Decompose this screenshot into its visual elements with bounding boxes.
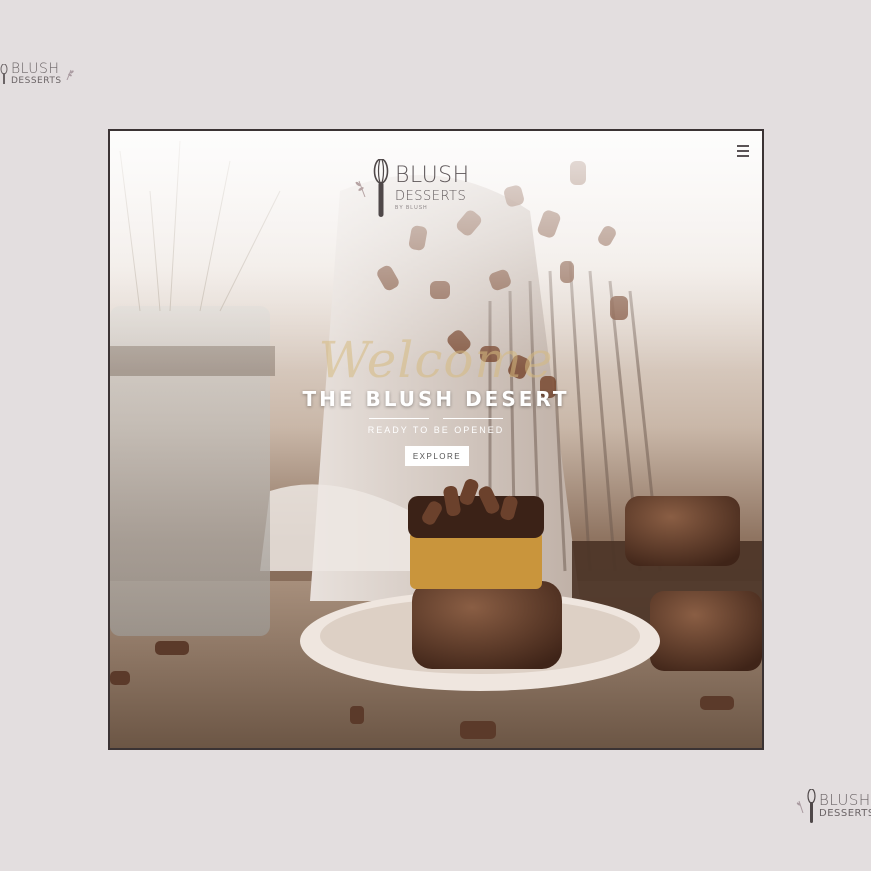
corner-logo-line2: DESSERTS [819, 808, 871, 819]
hero-logo[interactable]: BLUSH DESSERTS BY BLUSH [355, 153, 515, 223]
hero-tagline: READY TO BE OPENED [367, 425, 505, 435]
corner-logo-line1: BLUSH [11, 61, 60, 77]
website-preview: BLUSH DESSERTS BY BLUSH Welcome THE BLUS… [108, 129, 764, 750]
whisk-icon [0, 64, 8, 84]
corner-logo-line1: BLUSH [819, 791, 871, 809]
leaf-sprig-icon [796, 800, 804, 813]
corner-logo-top: BLUSH DESSERTS [0, 62, 75, 86]
hero-logo-line3: BY BLUSH [395, 205, 428, 211]
whisk-icon [373, 159, 389, 217]
leaf-sprig-icon [355, 180, 366, 197]
corner-logo-line2: DESSERTS [11, 76, 62, 86]
hero-logo-line2: DESSERTS [395, 189, 467, 204]
corner-logo-bottom: BLUSH DESSERTS [796, 789, 871, 823]
leaf-sprig-icon [66, 69, 74, 80]
hero-script-word: Welcome [318, 331, 554, 389]
hero-divider [110, 417, 762, 419]
hero-logo-line1: BLUSH [395, 163, 470, 188]
hero-headline: THE BLUSH DESERT [302, 387, 570, 411]
explore-button[interactable]: EXPLORE [405, 446, 469, 466]
whisk-icon [807, 789, 816, 823]
hamburger-menu-icon[interactable] [737, 145, 749, 157]
